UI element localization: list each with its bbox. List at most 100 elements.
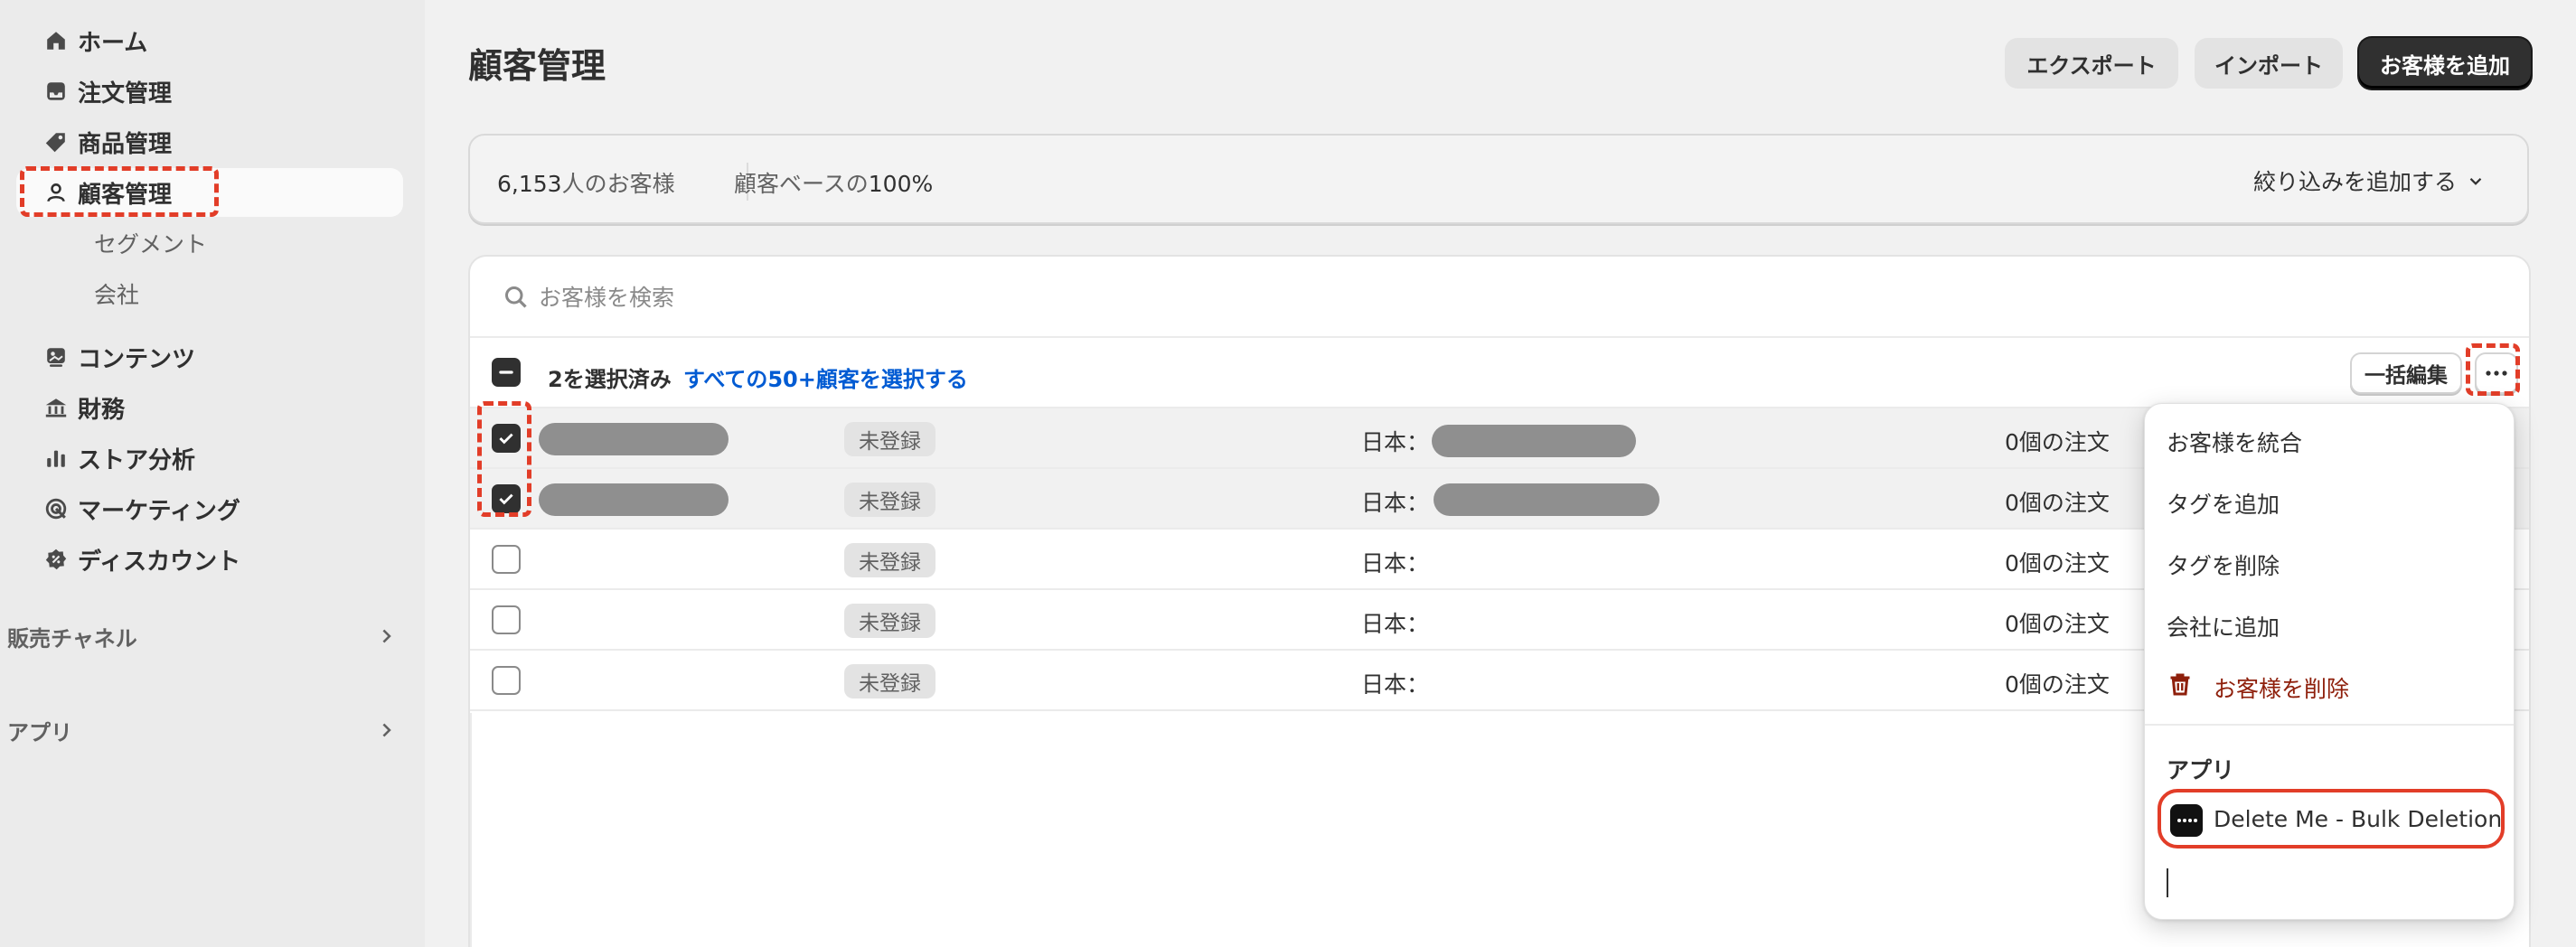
- search-icon: [505, 286, 527, 308]
- page-title: 顧客管理: [468, 46, 606, 86]
- location: 日本：: [1361, 671, 1430, 698]
- status-badge: 未登録: [844, 604, 935, 638]
- customer-base-prefix: 顧客ベースの: [734, 171, 869, 197]
- add-customer-button[interactable]: お客様を追加: [2359, 38, 2531, 89]
- sidebar-section-sales-channels[interactable]: 販売チャネル: [0, 618, 398, 654]
- status-badge: 未登録: [844, 543, 935, 577]
- more-horizontal-icon: [2486, 370, 2507, 376]
- menu-apps-heading: アプリ: [2167, 757, 2235, 783]
- order-count: 0個の注文: [2005, 490, 2110, 516]
- import-button[interactable]: インポート: [2195, 38, 2343, 89]
- bulk-actions-bar: 2を選択済み すべての50+顧客を選択する 一括編集: [470, 338, 2529, 408]
- menu-item-merge-customers[interactable]: お客様を統合: [2167, 426, 2302, 458]
- person-icon: [43, 180, 69, 205]
- row-checkbox[interactable]: [492, 484, 521, 513]
- sidebar-item-orders[interactable]: 注文管理: [16, 67, 403, 116]
- sidebar-item-content[interactable]: コンテンツ: [16, 333, 403, 381]
- sidebar-item-label: 財務: [78, 396, 126, 424]
- customer-count-suffix: 人のお客様: [561, 171, 675, 197]
- order-count: 0個の注文: [2005, 550, 2110, 577]
- status-badge: 未登録: [844, 483, 935, 517]
- customer-base-percent: 顧客ベースの100%: [734, 166, 933, 199]
- sidebar-item-home[interactable]: ホーム: [16, 16, 403, 65]
- sidebar-item-label: 注文管理: [78, 80, 173, 108]
- sidebar-subitem-companies[interactable]: 会社: [16, 269, 403, 318]
- chevron-down-icon: [2469, 178, 2482, 185]
- search-input[interactable]: [539, 277, 1894, 318]
- redacted-name: [539, 483, 729, 516]
- order-count: 0個の注文: [2005, 671, 2110, 698]
- menu-item-add-to-company[interactable]: 会社に追加: [2167, 610, 2280, 642]
- delete-me-app-icon: [2170, 804, 2203, 837]
- tag-icon: [43, 129, 69, 155]
- sidebar-item-customers[interactable]: 顧客管理: [16, 168, 403, 217]
- menu-item-add-tags[interactable]: タグを追加: [2167, 487, 2280, 520]
- sidebar-item-label: マーケティング: [78, 497, 240, 525]
- bank-icon: [43, 395, 69, 420]
- checkmark-icon: [499, 433, 513, 445]
- bulk-edit-button[interactable]: 一括編集: [2350, 352, 2462, 394]
- search-bar: [470, 257, 2529, 338]
- row-checkbox[interactable]: [492, 666, 521, 695]
- row-checkbox[interactable]: [492, 424, 521, 453]
- location: 日本：: [1361, 429, 1430, 455]
- sidebar-subitem-label: 会社: [94, 282, 140, 308]
- menu-divider: [2145, 724, 2514, 726]
- redacted-name: [539, 423, 729, 455]
- location: 日本：: [1361, 611, 1430, 637]
- menu-item-remove-tags[interactable]: タグを削除: [2167, 549, 2280, 581]
- status-badge: 未登録: [844, 664, 935, 699]
- row-checkbox[interactable]: [492, 605, 521, 634]
- redacted-location: [1434, 483, 1659, 516]
- discount-icon: [43, 547, 69, 572]
- sidebar-item-marketing[interactable]: マーケティング: [16, 484, 403, 533]
- customer-count: 6,153人のお客様: [497, 166, 675, 199]
- location: 日本：: [1361, 550, 1430, 577]
- add-filter-button[interactable]: 絞り込みを追加する: [2253, 164, 2486, 197]
- menu-item-delete-customers[interactable]: お客様を削除: [2214, 671, 2349, 704]
- app-item-label: Delete Me - Bulk Deletion: [2214, 806, 2503, 832]
- row-checkbox[interactable]: [492, 545, 521, 574]
- export-button[interactable]: エクスポート: [2005, 38, 2178, 89]
- sidebar-item-label: ディスカウント: [78, 548, 241, 576]
- sidebar-item-finance[interactable]: 財務: [16, 383, 403, 432]
- section-label: 販売チャネル: [7, 625, 137, 652]
- content-icon: [43, 344, 69, 370]
- select-all-link[interactable]: すべての50+顧客を選択する: [683, 361, 968, 393]
- order-count: 0個の注文: [2005, 611, 2110, 637]
- home-icon: [43, 28, 69, 53]
- add-filter-label: 絞り込みを追加する: [2252, 169, 2457, 195]
- selected-count: 2を選択済み: [548, 367, 672, 392]
- sidebar-item-label: ホーム: [78, 29, 148, 57]
- sidebar-subitem-label: セグメント: [94, 231, 208, 258]
- more-actions-menu: お客様を統合 タグを追加 タグを削除 会社に追加 お客様を削除 アプリ Dele…: [2144, 403, 2515, 920]
- location: 日本：: [1361, 490, 1430, 516]
- sidebar-subitem-segments[interactable]: セグメント: [16, 219, 403, 267]
- sidebar-item-discounts[interactable]: ディスカウント: [16, 535, 403, 584]
- bar-chart-icon: [43, 445, 69, 471]
- column-divider: [470, 713, 472, 947]
- inbox-icon: [43, 79, 69, 104]
- order-count: 0個の注文: [2005, 429, 2110, 455]
- target-icon: [43, 496, 69, 521]
- more-actions-button[interactable]: [2475, 352, 2518, 394]
- sidebar-item-analytics[interactable]: ストア分析: [16, 434, 403, 483]
- sidebar-item-label: ストア分析: [78, 446, 196, 474]
- sidebar-item-products[interactable]: 商品管理: [16, 117, 403, 166]
- chevron-right-icon: [382, 723, 391, 737]
- menu-item-delete-me-app[interactable]: Delete Me - Bulk Deletion: [2158, 789, 2505, 849]
- redacted-location: [1432, 425, 1636, 457]
- sidebar-item-label: 商品管理: [78, 130, 173, 158]
- sidebar-section-apps[interactable]: アプリ: [0, 712, 398, 748]
- sidebar-item-label: 顧客管理: [78, 181, 173, 209]
- chevron-right-icon: [382, 629, 391, 643]
- select-all-checkbox[interactable]: [492, 358, 521, 387]
- trash-icon: [2170, 673, 2190, 696]
- status-badge: 未登録: [844, 422, 935, 456]
- sidebar-item-label: コンテンツ: [78, 345, 196, 373]
- checkmark-icon: [499, 493, 513, 505]
- text-cursor: [2167, 868, 2168, 897]
- sidebar: ホーム 注文管理 商品管理 顧客管理 セグメント 会社 コンテンツ 財務 ストア…: [0, 0, 425, 947]
- app-root: ホーム 注文管理 商品管理 顧客管理 セグメント 会社 コンテンツ 財務 ストア…: [0, 0, 2576, 947]
- section-label: アプリ: [7, 719, 72, 745]
